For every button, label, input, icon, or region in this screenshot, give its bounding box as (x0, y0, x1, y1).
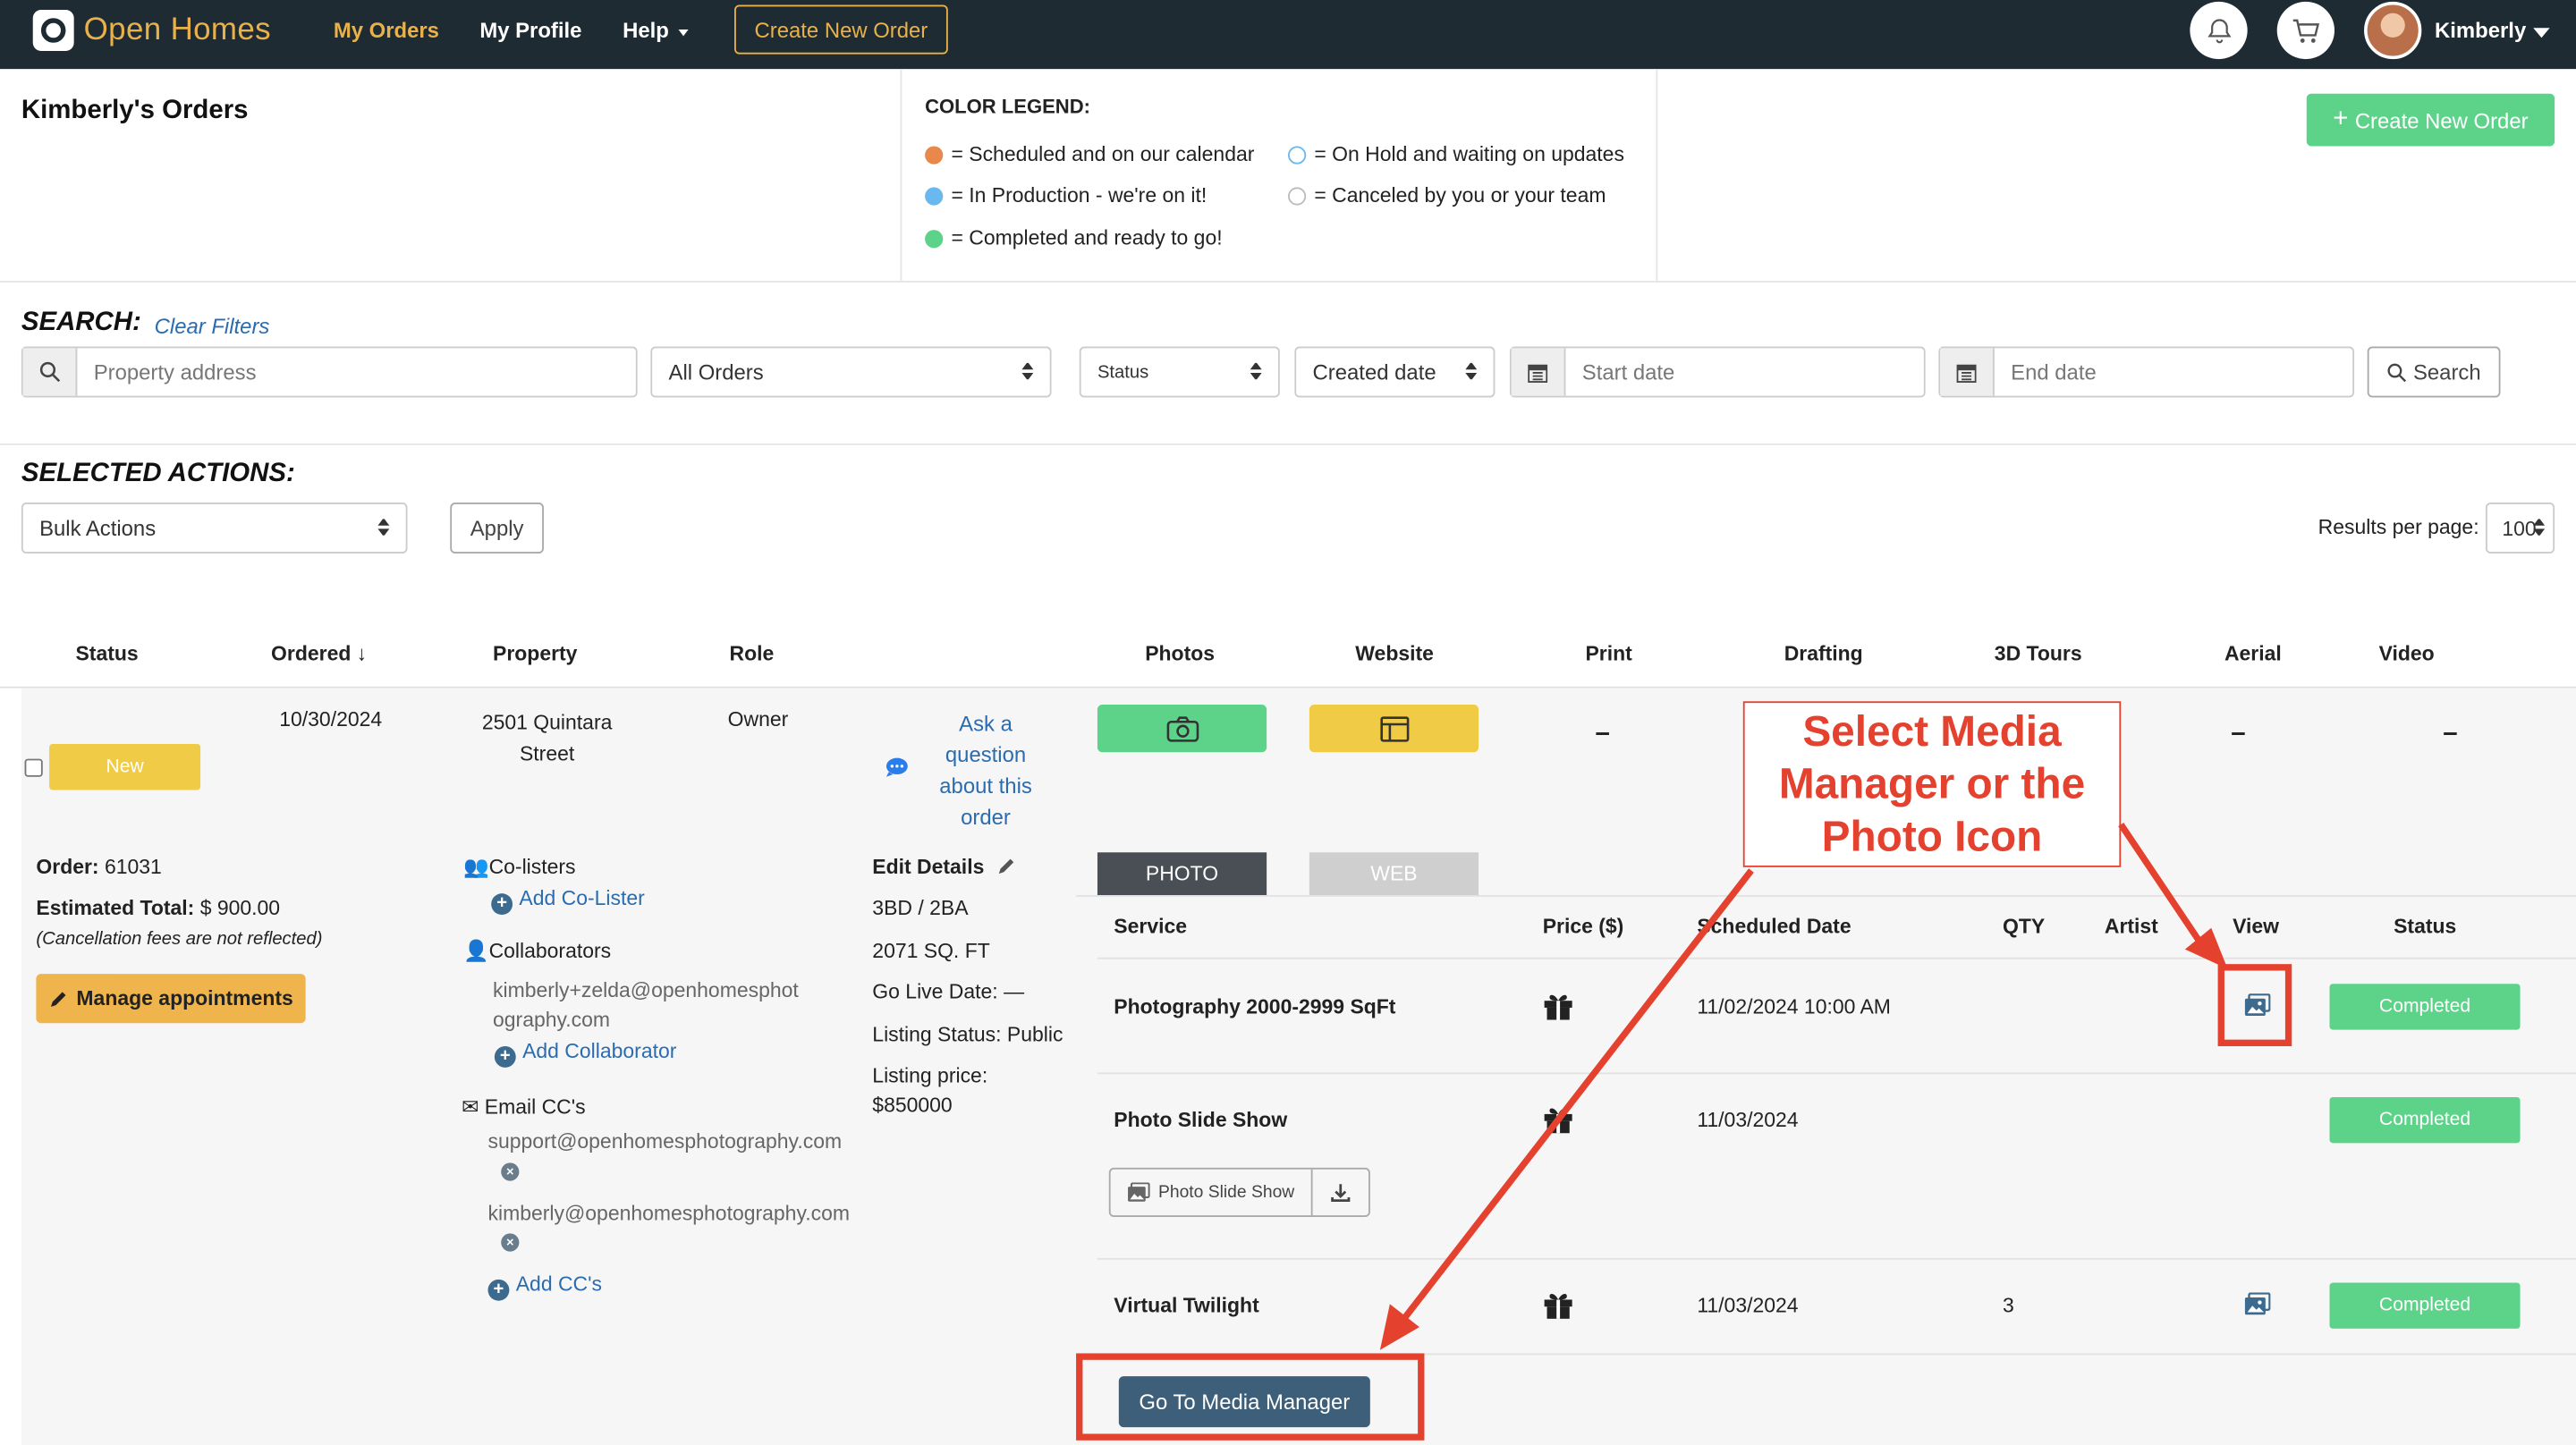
annotation-arrows (1379, 822, 2228, 1350)
arrow-to-view-icon (2118, 822, 2205, 947)
arrow-to-media-manager (1398, 868, 1754, 1324)
